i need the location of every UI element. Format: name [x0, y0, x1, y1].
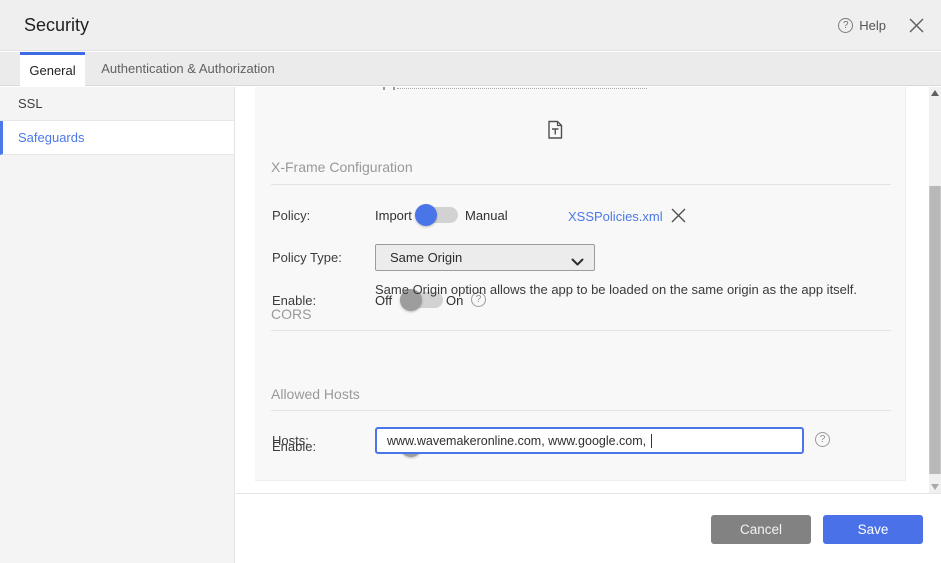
section-divider	[271, 410, 891, 411]
hosts-input[interactable]: www.wavemakeronline.com, www.google.com,	[375, 427, 804, 454]
policy-type-selected-value: Same Origin	[390, 250, 463, 265]
policy-label: Policy:	[272, 208, 311, 223]
sidebar-item-safeguards[interactable]: Safeguards	[0, 121, 234, 155]
xss-policy-file-link[interactable]: XSSPolicies.xml	[568, 209, 663, 224]
hosts-help-icon[interactable]: ?	[815, 432, 830, 447]
main-content: Policy: Import Manual XSSPolicies.xml X-…	[236, 87, 941, 563]
file-text-icon	[547, 120, 563, 145]
tab-bar: General Authentication & Authorization	[0, 52, 941, 87]
tab-authentication-authorization[interactable]: Authentication & Authorization	[85, 52, 291, 86]
xframe-section-title: X-Frame Configuration	[271, 159, 413, 175]
policy-toggle-manual-label[interactable]: Manual	[465, 208, 508, 223]
policy-type-label: Policy Type:	[272, 250, 342, 265]
tab-general[interactable]: General	[20, 52, 85, 87]
save-button[interactable]: Save	[823, 515, 923, 544]
clipped-row-fragment	[382, 87, 662, 91]
scroll-down-arrow-icon[interactable]	[931, 484, 939, 490]
hosts-label: Hosts:	[272, 433, 309, 448]
cors-section-title: CORS	[271, 306, 312, 322]
allowed-hosts-section-title: Allowed Hosts	[271, 386, 360, 402]
policy-type-helper-text: Same Origin option allows the app to be …	[375, 282, 858, 297]
dialog-header: Security ? Help	[0, 0, 941, 51]
footer-divider	[236, 493, 941, 494]
text-caret	[650, 433, 652, 448]
safeguards-form-panel: Policy: Import Manual XSSPolicies.xml X-…	[255, 87, 906, 481]
sidebar-item-ssl[interactable]: SSL	[0, 87, 234, 121]
scroll-up-arrow-icon[interactable]	[931, 90, 939, 96]
vertical-scrollbar[interactable]	[929, 87, 941, 493]
section-divider	[271, 330, 891, 331]
security-dialog: Security ? Help General Authentication &…	[0, 0, 941, 563]
policy-type-select[interactable]: Same Origin	[375, 244, 595, 271]
remove-file-icon[interactable]	[670, 207, 687, 229]
scrollbar-thumb[interactable]	[929, 186, 941, 474]
policy-import-manual-toggle[interactable]	[415, 204, 458, 226]
help-link[interactable]: Help	[859, 18, 886, 33]
close-icon[interactable]	[908, 17, 925, 34]
header-actions: ? Help	[838, 0, 925, 51]
help-circle-icon[interactable]: ?	[838, 18, 854, 33]
chevron-down-icon	[571, 254, 584, 272]
sidebar: SSL Safeguards	[0, 87, 235, 563]
hosts-input-value: www.wavemakeronline.com, www.google.com,	[387, 433, 650, 448]
page-title: Security	[24, 15, 90, 35]
policy-toggle-import-label[interactable]: Import	[375, 208, 412, 223]
cancel-button[interactable]: Cancel	[711, 515, 811, 544]
section-divider	[271, 184, 891, 185]
